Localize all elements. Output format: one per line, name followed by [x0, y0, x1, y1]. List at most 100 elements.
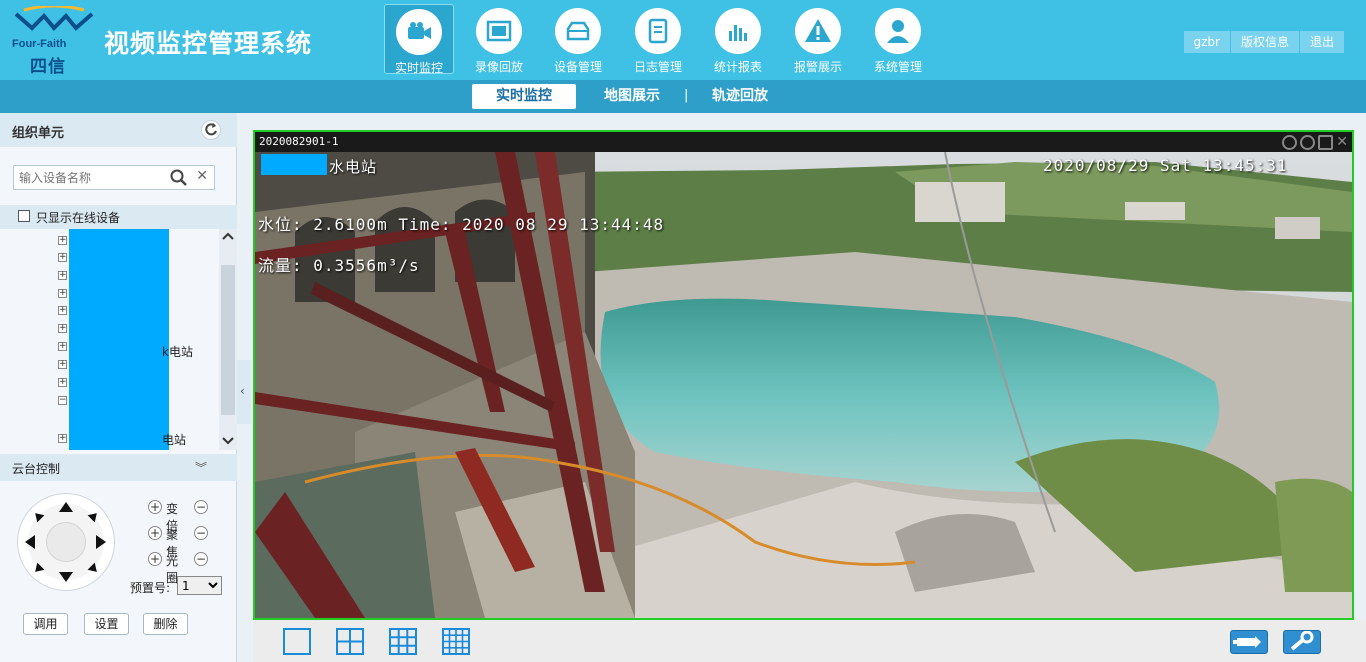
- clear-icon[interactable]: ✕: [196, 168, 208, 184]
- tree-expand-icon[interactable]: +: [58, 434, 67, 443]
- user-icon: [887, 20, 909, 43]
- plug-icon: [1233, 636, 1261, 648]
- ptz-joystick[interactable]: [17, 493, 115, 591]
- tree-expand-icon[interactable]: +: [58, 236, 67, 245]
- search-icon[interactable]: [170, 169, 188, 187]
- nav-alarm[interactable]: 报警展示: [783, 4, 853, 74]
- snapshot-icon[interactable]: [1318, 135, 1334, 150]
- video-titlebar: 2020082901-1 ✕: [255, 132, 1352, 152]
- wrench-icon: [1290, 630, 1314, 651]
- tree-expand-icon[interactable]: +: [58, 271, 67, 280]
- tree-expand-icon[interactable]: +: [58, 306, 67, 315]
- layout-1x1-icon[interactable]: [283, 628, 311, 655]
- tree-item-label[interactable]: k电站: [162, 343, 193, 360]
- online-only-checkbox[interactable]: [18, 210, 30, 222]
- nav-label: 统计报表: [713, 60, 762, 74]
- ptz-center-button[interactable]: [46, 522, 86, 562]
- ptz-down-right-icon[interactable]: [87, 562, 101, 576]
- panel-collapse-handle[interactable]: ‹: [237, 360, 251, 424]
- ptz-up-left-icon[interactable]: [31, 509, 45, 523]
- refresh-icon: [205, 123, 217, 136]
- tab-realtime[interactable]: 实时监控: [472, 84, 576, 109]
- record-icon[interactable]: [1282, 135, 1298, 150]
- zoom-in-button[interactable]: +: [148, 500, 162, 514]
- device-icon: [566, 21, 590, 41]
- nav-device-management[interactable]: 设备管理: [543, 4, 613, 74]
- nav-label: 设备管理: [553, 60, 602, 74]
- scroll-thumb[interactable]: [221, 265, 235, 415]
- tree-item-label[interactable]: 电站: [162, 431, 186, 448]
- tree-expand-icon[interactable]: +: [58, 342, 67, 351]
- focus-out-button[interactable]: −: [194, 526, 208, 540]
- chevron-down-icon[interactable]: ︾: [195, 459, 207, 476]
- left-panel: 组织单元 ✕ 只显示在线设备 + + + + + + + + + − + k电站…: [0, 113, 237, 662]
- video-camera-icon: [408, 22, 431, 39]
- bar-chart-icon: [729, 25, 747, 41]
- nav-statistics[interactable]: 统计报表: [703, 4, 773, 74]
- logout-button[interactable]: 退出: [1299, 31, 1344, 53]
- ptz-header[interactable]: 云台控制 ︾: [0, 454, 237, 481]
- redacted-station-name: [261, 154, 327, 175]
- settings-button[interactable]: [1283, 630, 1321, 654]
- preset-select[interactable]: 1: [177, 576, 222, 595]
- online-only-label: 只显示在线设备: [36, 211, 121, 225]
- tree-expand-icon[interactable]: +: [58, 289, 67, 298]
- layout-3x3-icon[interactable]: [389, 628, 417, 655]
- tree-collapse-icon[interactable]: −: [58, 396, 67, 405]
- nav-label: 报警展示: [793, 60, 842, 74]
- ptz-up-right-icon[interactable]: [87, 509, 101, 523]
- ptz-up-icon[interactable]: [59, 502, 73, 512]
- scroll-up-icon[interactable]: [222, 231, 234, 241]
- nav-realtime-monitor[interactable]: 实时监控: [384, 4, 454, 75]
- copyright-button[interactable]: 版权信息: [1230, 31, 1300, 53]
- ptz-down-icon[interactable]: [59, 572, 73, 582]
- iris-open-button[interactable]: +: [148, 552, 162, 566]
- iris-close-button[interactable]: −: [194, 552, 208, 566]
- logo-mark-icon: [14, 6, 94, 31]
- focus-in-button[interactable]: +: [148, 526, 162, 540]
- warning-icon: [805, 19, 831, 42]
- ptz-down-left-icon[interactable]: [31, 562, 45, 576]
- top-header: Four-Faith 四信 视频监控管理系统 实时监控 录像回放 设备管理 日志…: [0, 0, 1366, 80]
- preset-call-button[interactable]: 调用: [23, 613, 68, 635]
- ptz-right-icon[interactable]: [96, 535, 106, 549]
- chevron-left-icon: ‹: [240, 384, 245, 398]
- audio-icon[interactable]: [1300, 135, 1316, 150]
- refresh-button[interactable]: [201, 120, 221, 140]
- nav-playback[interactable]: 录像回放: [464, 4, 534, 74]
- app-title: 视频监控管理系统: [104, 29, 313, 58]
- layout-4x4-icon[interactable]: [442, 628, 470, 655]
- osd-flow: 流量: 0.3556m³/s: [258, 256, 420, 275]
- stream-switch-button[interactable]: [1230, 630, 1268, 654]
- preset-set-button[interactable]: 设置: [84, 613, 129, 635]
- camera-feed: 水电站 2020/08/29 Sat 13:45:31 水位: 2.6100m …: [255, 152, 1352, 618]
- search-input[interactable]: [14, 166, 164, 189]
- video-window[interactable]: 2020082901-1 ✕ 水电站 2020/08/29 Sat 13:45:…: [253, 130, 1354, 620]
- tree-expand-icon[interactable]: +: [58, 324, 67, 333]
- tree-expand-icon[interactable]: +: [58, 253, 67, 262]
- org-unit-header: 组织单元: [0, 113, 237, 147]
- scroll-down-icon[interactable]: [222, 436, 234, 446]
- nav-label: 实时监控: [394, 61, 443, 75]
- logo-cn-text: 四信: [30, 57, 66, 77]
- nav-log-management[interactable]: 日志管理: [623, 4, 693, 74]
- nav-system-management[interactable]: 系统管理: [863, 4, 933, 74]
- user-button[interactable]: gzbr: [1183, 31, 1231, 53]
- ptz-left-icon[interactable]: [25, 535, 35, 549]
- preset-label: 预置号:: [130, 581, 171, 595]
- close-icon[interactable]: ✕: [1336, 135, 1348, 150]
- channel-name: 2020082901-1: [259, 135, 339, 148]
- nav-label: 录像回放: [474, 60, 523, 74]
- video-toolbar: [253, 620, 1366, 662]
- tab-map[interactable]: 地图展示: [598, 84, 666, 109]
- tree-expand-icon[interactable]: +: [58, 360, 67, 369]
- osd-datetime: 2020/08/29 Sat 13:45:31: [1043, 156, 1288, 175]
- device-tree: + + + + + + + + + − + k电站 电站: [0, 229, 237, 450]
- tab-track-playback[interactable]: 轨迹回放: [706, 84, 774, 109]
- osd-water-level: 水位: 2.6100m Time: 2020 08 29 13:44:48: [258, 215, 665, 234]
- preset-delete-button[interactable]: 删除: [143, 613, 188, 635]
- tree-expand-icon[interactable]: +: [58, 378, 67, 387]
- tree-scrollbar[interactable]: [219, 229, 237, 450]
- zoom-out-button[interactable]: −: [194, 500, 208, 514]
- layout-2x2-icon[interactable]: [336, 628, 364, 655]
